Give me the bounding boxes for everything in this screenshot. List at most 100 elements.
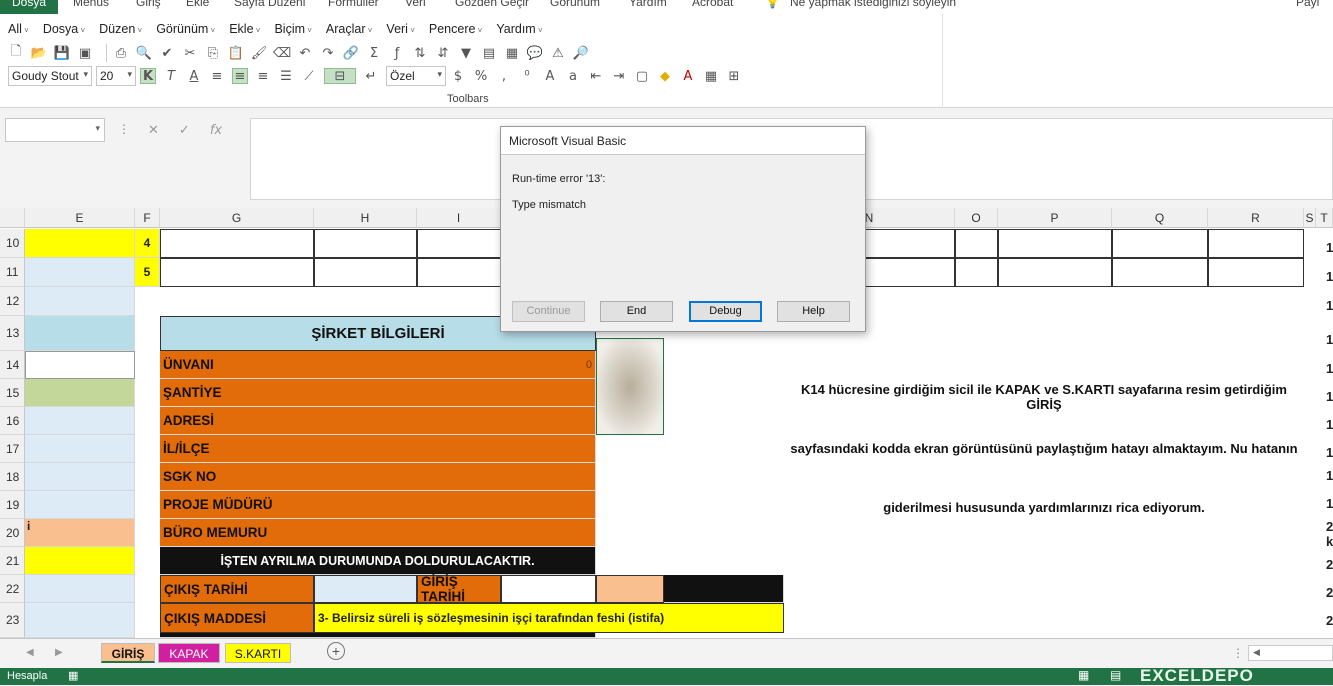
cell-e13[interactable] — [25, 316, 135, 351]
cell-k22[interactable] — [596, 575, 664, 603]
menu-format[interactable]: Biçim — [274, 22, 311, 36]
cell-e14[interactable] — [25, 351, 135, 379]
cell-e16[interactable] — [25, 407, 135, 435]
cell-t10[interactable]: 1 — [1326, 240, 1333, 255]
redo-icon[interactable]: ↷ — [320, 45, 336, 61]
cell-h11[interactable] — [314, 258, 417, 287]
row-header[interactable]: 10 — [0, 229, 25, 258]
paste-icon[interactable]: 📋 — [228, 45, 244, 61]
new-file-icon[interactable]: 🗋 — [8, 44, 24, 61]
col-header-s[interactable]: S — [1304, 208, 1316, 228]
menu-all[interactable]: All — [8, 22, 29, 36]
macro-record-icon[interactable]: ▦ — [68, 669, 78, 682]
menu-window[interactable]: Pencere — [429, 22, 482, 36]
col-header-r[interactable]: R — [1208, 208, 1304, 228]
cell-t20b[interactable]: k — [1326, 534, 1333, 549]
horizontal-scrollbar[interactable]: ◀ — [1248, 645, 1333, 661]
filter-icon[interactable]: ▼ — [458, 45, 474, 61]
cell-e15[interactable] — [25, 379, 135, 407]
row-header[interactable]: 17 — [0, 435, 25, 463]
cut-icon[interactable]: ✂ — [182, 45, 198, 61]
row-header[interactable]: 12 — [0, 287, 25, 316]
sort-ascending-icon[interactable]: ⇅ — [412, 45, 428, 61]
align-right-icon[interactable]: ≡ — [255, 68, 271, 84]
sort-descending-icon[interactable]: ⇵ — [435, 45, 451, 61]
row-header[interactable]: 23 — [0, 603, 25, 638]
format-cells-icon[interactable]: ▦ — [703, 68, 719, 84]
font-size-select[interactable]: 20 — [96, 66, 136, 86]
tab-page-layout[interactable]: Sayfa Düzeni — [234, 0, 305, 9]
tab-review[interactable]: Gözden Geçir — [455, 0, 529, 9]
tab-insert[interactable]: Ekle — [186, 0, 209, 9]
col-header-t[interactable]: T — [1316, 208, 1333, 228]
row-header[interactable]: 21 — [0, 547, 25, 575]
end-button[interactable]: End — [600, 301, 673, 322]
page-layout-icon[interactable]: ▤ — [1110, 668, 1121, 682]
cell-t14[interactable]: 1 — [1326, 361, 1333, 376]
tab-help[interactable]: Yardım — [629, 0, 667, 9]
align-center-icon[interactable]: ≡ — [232, 68, 248, 84]
merge-center-icon[interactable]: ⊟ — [324, 68, 356, 84]
eraser-icon[interactable]: ⌫ — [273, 45, 291, 61]
tell-me-search[interactable]: Ne yapmak istediğinizi söyleyin — [790, 0, 956, 9]
shrink-font-icon[interactable]: a — [565, 68, 581, 84]
cell-h10[interactable] — [314, 229, 417, 258]
share-button[interactable]: Payl — [1296, 0, 1319, 9]
format-painter-icon[interactable]: 🖌 — [251, 45, 268, 61]
cell-r11[interactable] — [1208, 258, 1304, 287]
cell-i10[interactable] — [417, 229, 501, 258]
number-format-select[interactable]: Özel — [386, 66, 446, 86]
justify-icon[interactable]: ☰ — [278, 68, 294, 84]
chart-icon[interactable]: ▤ — [481, 45, 497, 61]
menu-edit[interactable]: Düzen — [99, 22, 142, 36]
cell-o11[interactable] — [955, 258, 998, 287]
tab-acrobat[interactable]: Acrobat — [692, 0, 733, 9]
cell-q11[interactable] — [1112, 258, 1208, 287]
cancel-icon[interactable]: ✕ — [148, 123, 159, 138]
menu-view[interactable]: Görünüm — [156, 22, 215, 36]
cell-i11[interactable] — [417, 258, 501, 287]
cell-e17[interactable] — [25, 435, 135, 463]
open-folder-icon[interactable]: 📂 — [31, 45, 47, 61]
underline-icon[interactable]: A — [186, 68, 202, 84]
col-header-o[interactable]: O — [955, 208, 998, 228]
col-header-f[interactable]: F — [135, 208, 160, 228]
cell-q10[interactable] — [1112, 229, 1208, 258]
save-icon[interactable]: 💾 — [54, 45, 70, 61]
label-il-ilce[interactable]: İL/İLÇE — [160, 435, 596, 463]
col-header-g[interactable]: G — [160, 208, 314, 228]
font-name-select[interactable]: Goudy Stout — [8, 66, 92, 86]
cell-e18[interactable] — [25, 463, 135, 491]
cell-t22[interactable]: 2 — [1326, 585, 1333, 600]
cell-t13[interactable]: 1 — [1326, 332, 1333, 347]
grow-font-icon[interactable]: A — [542, 68, 558, 84]
orientation-icon[interactable]: ⟋ — [301, 68, 317, 84]
menu-file[interactable]: Dosya — [43, 22, 85, 36]
col-header-h[interactable]: H — [314, 208, 417, 228]
cell-t17[interactable]: 1 — [1326, 445, 1333, 460]
cell-e22[interactable] — [25, 575, 135, 603]
table-icon[interactable]: ▦ — [504, 45, 520, 61]
comment-icon[interactable]: 💬 — [527, 45, 543, 61]
cell-f11[interactable]: 5 — [135, 258, 160, 287]
tab-view[interactable]: Görünüm — [550, 0, 600, 9]
currency-icon[interactable]: $ — [450, 68, 466, 84]
tab-formulas[interactable]: Formüller — [328, 0, 379, 9]
photo-image[interactable] — [596, 338, 664, 435]
insert-function-icon[interactable]: fx — [210, 123, 222, 138]
h-scroll-left-icon[interactable]: ◀ — [1253, 647, 1260, 658]
cell-t18[interactable]: 1 — [1326, 468, 1333, 483]
cell-e20[interactable]: i — [25, 519, 135, 547]
sheet-tab-skarti[interactable]: S.KARTI — [225, 643, 291, 663]
cell-e21[interactable] — [25, 547, 135, 575]
col-header-e[interactable]: E — [25, 208, 135, 228]
cell-g11[interactable] — [160, 258, 314, 287]
add-sheet-icon[interactable]: + — [327, 642, 345, 660]
cikis-tarihi-value[interactable] — [314, 575, 417, 603]
col-header-q[interactable]: Q — [1112, 208, 1208, 228]
row-header[interactable]: 15 — [0, 379, 25, 407]
cell-t21[interactable]: 2 — [1326, 557, 1333, 572]
tab-data[interactable]: Veri — [405, 0, 426, 9]
row-header[interactable]: 18 — [0, 463, 25, 491]
row-header[interactable]: 19 — [0, 491, 25, 519]
